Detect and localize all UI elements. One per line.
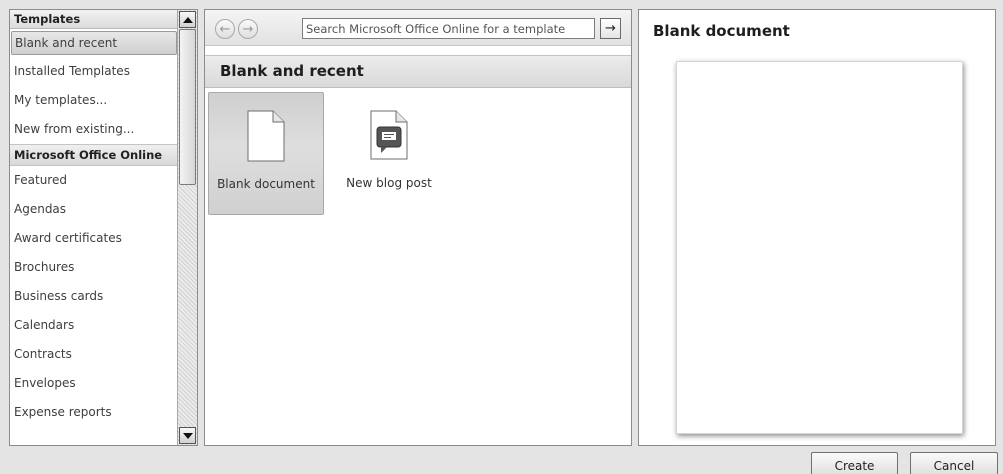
sidebar-item-installed-templates[interactable]: Installed Templates — [10, 57, 178, 86]
cancel-button[interactable]: Cancel — [910, 452, 998, 474]
tile-label: New blog post — [346, 176, 432, 190]
sidebar-item-contracts[interactable]: Contracts — [10, 340, 178, 369]
tile-label: Blank document — [217, 177, 315, 191]
search-go-button[interactable]: → — [600, 18, 621, 39]
sidebar-item-agendas[interactable]: Agendas — [10, 195, 178, 224]
template-tile-blank-document[interactable]: Blank document — [208, 92, 324, 215]
blank-document-icon — [247, 110, 285, 162]
sidebar-item-featured[interactable]: Featured — [10, 166, 178, 195]
sidebar-item-blank-and-recent[interactable]: Blank and recent — [11, 31, 177, 55]
sidebar-item-brochures[interactable]: Brochures — [10, 253, 178, 282]
gallery-toolbar: ← → → — [205, 10, 631, 46]
scrollbar-thumb[interactable] — [179, 29, 196, 185]
scroll-up-button[interactable] — [179, 11, 196, 28]
scroll-down-button[interactable] — [179, 427, 196, 444]
template-search-input[interactable] — [302, 18, 595, 39]
templates-header: Templates — [10, 10, 178, 29]
preview-page-thumbnail — [676, 61, 963, 434]
sidebar-item-calendars[interactable]: Calendars — [10, 311, 178, 340]
sidebar-scrollbar[interactable] — [177, 10, 197, 445]
sidebar-item-expense-reports[interactable]: Expense reports — [10, 398, 178, 427]
create-button[interactable]: Create — [811, 452, 898, 474]
back-button[interactable]: ← — [215, 19, 235, 39]
template-gallery-panel: ← → → Blank and recent Blank document Ne… — [204, 9, 632, 446]
sidebar-item-business-cards[interactable]: Business cards — [10, 282, 178, 311]
forward-arrow-icon: → — [242, 21, 254, 37]
sidebar-item-envelopes[interactable]: Envelopes — [10, 369, 178, 398]
template-tile-new-blog-post[interactable]: New blog post — [331, 92, 447, 215]
sidebar-item-new-from-existing[interactable]: New from existing... — [10, 115, 178, 144]
preview-title: Blank document — [653, 22, 790, 40]
templates-sidebar: Templates Blank and recent Installed Tem… — [9, 9, 198, 446]
sidebar-item-my-templates[interactable]: My templates... — [10, 86, 178, 115]
triangle-up-icon — [182, 16, 193, 23]
template-category-list: Templates Blank and recent Installed Tem… — [10, 10, 178, 445]
back-arrow-icon: ← — [219, 21, 231, 37]
sidebar-group-microsoft-office-online[interactable]: Microsoft Office Online — [10, 144, 178, 166]
section-title: Blank and recent — [205, 55, 631, 88]
triangle-down-icon — [182, 432, 193, 439]
go-arrow-icon: → — [605, 21, 616, 36]
forward-button[interactable]: → — [238, 19, 258, 39]
template-preview-panel: Blank document — [638, 9, 996, 446]
sidebar-item-award-certificates[interactable]: Award certificates — [10, 224, 178, 253]
blog-post-icon — [370, 110, 408, 160]
